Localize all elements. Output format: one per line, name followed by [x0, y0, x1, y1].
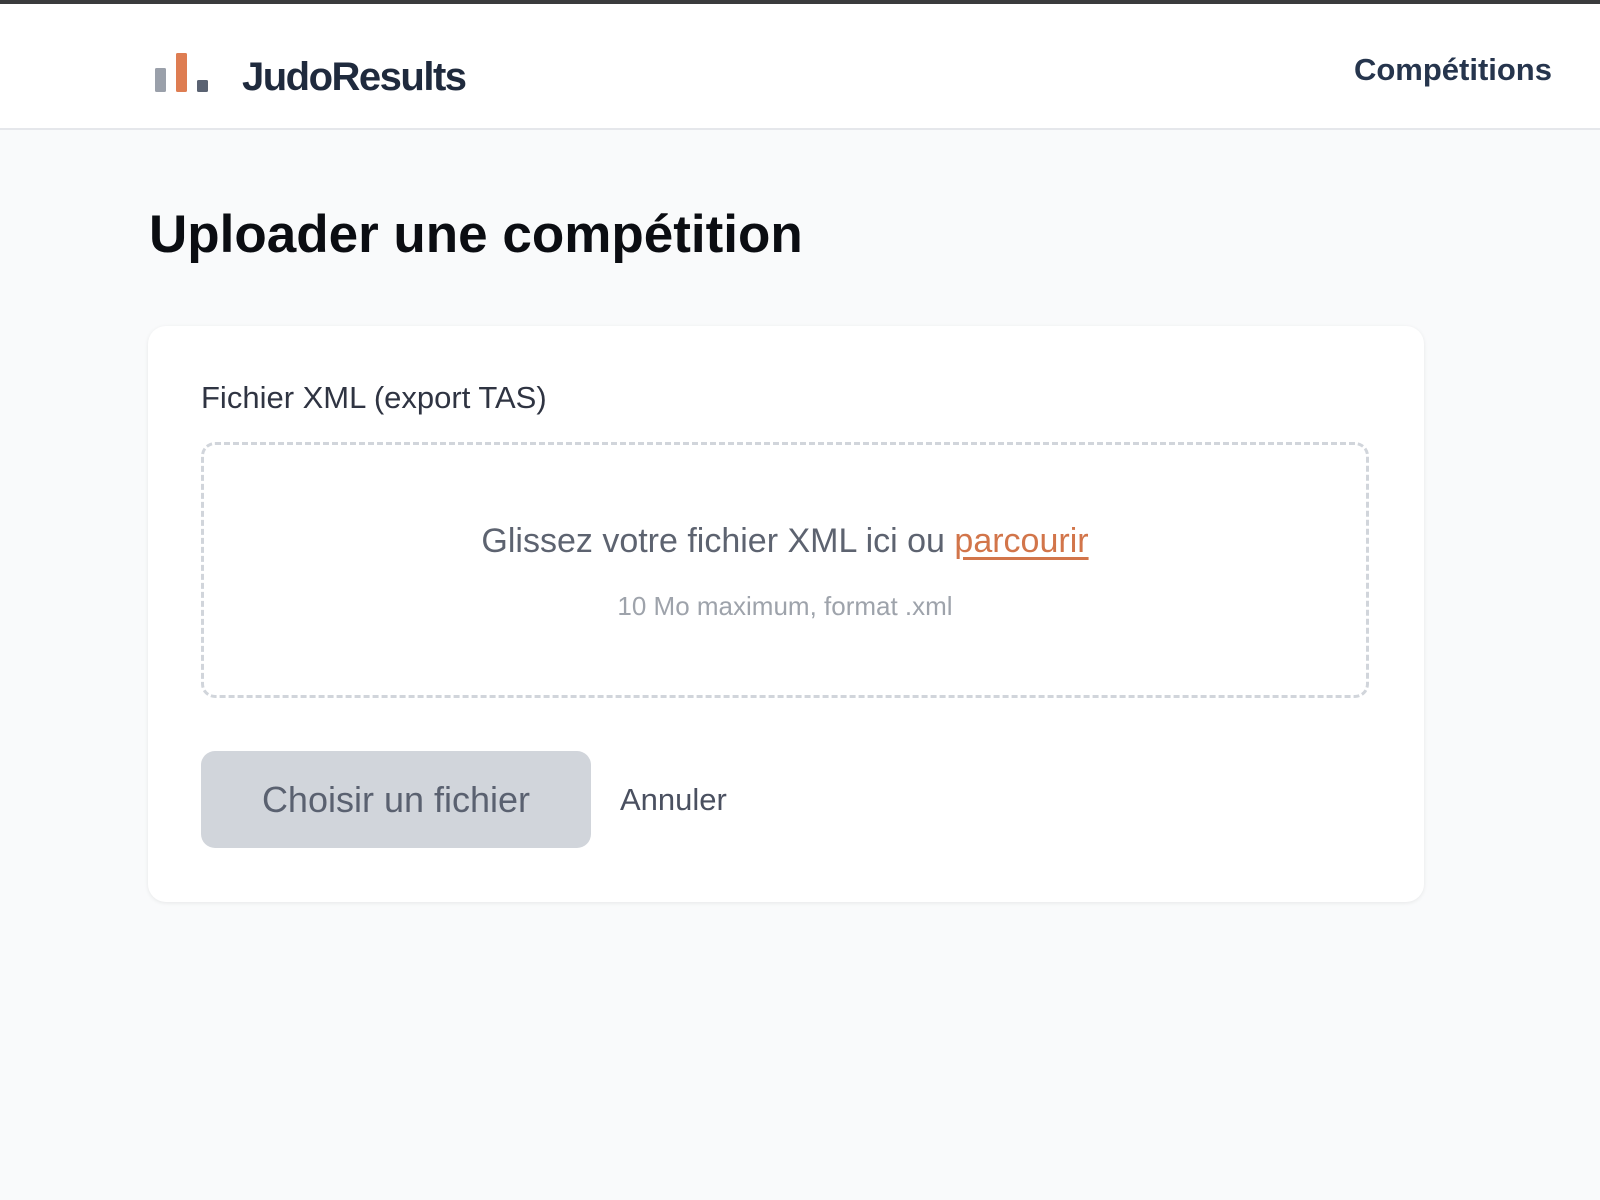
logo-bar-right	[197, 80, 208, 92]
browse-link[interactable]: parcourir	[954, 522, 1088, 560]
cancel-link[interactable]: Annuler	[620, 778, 727, 822]
nav-competitions-link[interactable]: Compétitions	[1354, 48, 1552, 92]
file-field-label: Fichier XML (export TAS)	[201, 380, 547, 415]
brand-name[interactable]: JudoResults	[242, 52, 467, 102]
page-title: Uploader une compétition	[149, 205, 803, 264]
dropzone-hint: 10 Mo maximum, format .xml	[617, 591, 953, 621]
file-dropzone[interactable]: Glissez votre fichier XML ici ou parcour…	[201, 442, 1369, 698]
choose-file-button[interactable]: Choisir un fichier	[201, 751, 591, 848]
site-header: JudoResults Compétitions	[0, 4, 1600, 130]
dropzone-prompt: Glissez votre fichier XML ici ou parcour…	[204, 519, 1366, 563]
bar-chart-logo-icon[interactable]	[155, 48, 215, 98]
logo-bar-left	[155, 68, 166, 92]
dropzone-prompt-text: Glissez votre fichier XML ici ou	[481, 522, 955, 560]
logo-bar-middle	[176, 53, 187, 92]
upload-card: Fichier XML (export TAS) Glissez votre f…	[148, 326, 1424, 902]
